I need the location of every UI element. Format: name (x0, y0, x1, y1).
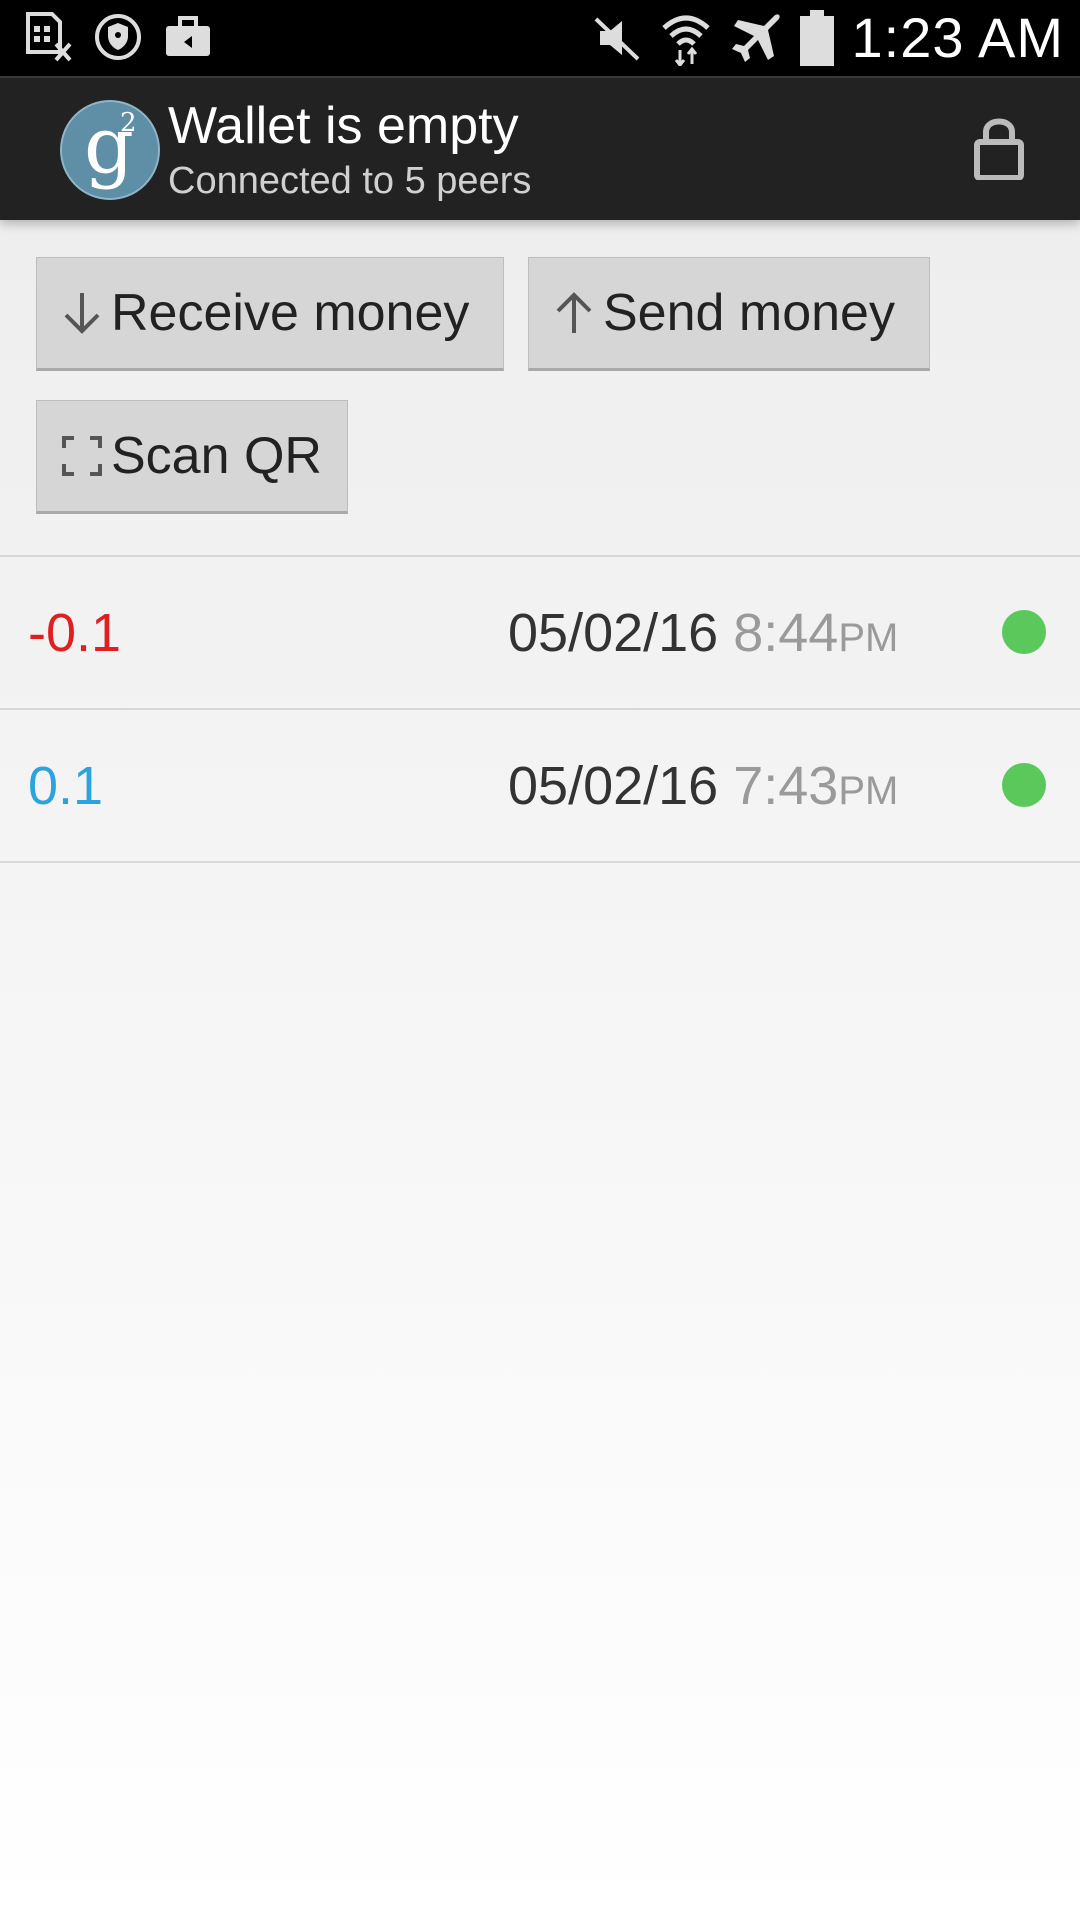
send-money-label: Send money (603, 284, 895, 342)
send-money-button[interactable]: Send money (528, 257, 930, 371)
transaction-amount: -0.1 (28, 603, 122, 663)
peers-status-subtitle: Connected to 5 peers (168, 160, 532, 202)
app-logo[interactable]: g 2 (60, 100, 160, 200)
receive-money-button[interactable]: Receive money (36, 257, 504, 371)
transaction-row[interactable]: 0.1 05/02/16 7:43PM (0, 711, 1080, 861)
confirmed-status-dot (1002, 610, 1046, 654)
transaction-date: 05/02/16 (508, 756, 719, 816)
transaction-datetime: 05/02/16 8:44PM (508, 602, 898, 664)
transaction-datetime: 05/02/16 7:43PM (508, 755, 898, 817)
arrow-down-icon (59, 291, 105, 335)
transaction-row[interactable]: -0.1 05/02/16 8:44PM (0, 558, 1080, 708)
list-divider (0, 708, 1080, 710)
arrow-up-icon (551, 291, 597, 335)
wifi-icon (660, 10, 712, 66)
scan-qr-button[interactable]: Scan QR (36, 400, 348, 514)
shield-icon (94, 12, 142, 62)
logo-superscript: 2 (120, 108, 137, 138)
sim-error-icon (24, 12, 72, 62)
wallet-status-title: Wallet is empty (168, 97, 519, 155)
briefcase-icon (164, 12, 212, 62)
transaction-ampm: PM (838, 616, 899, 660)
transaction-ampm: PM (838, 769, 899, 813)
scan-qr-label: Scan QR (111, 427, 322, 485)
confirmed-status-dot (1002, 763, 1046, 807)
transaction-amount: 0.1 (28, 756, 104, 816)
action-bar: g 2 Wallet is empty Connected to 5 peers (0, 76, 1080, 220)
airplane-icon (730, 12, 782, 64)
status-bar: 1:23 AM (0, 0, 1080, 76)
battery-icon (799, 10, 834, 66)
transaction-date: 05/02/16 (508, 603, 719, 663)
transaction-time: 8:44 (733, 603, 839, 663)
mute-icon (592, 13, 642, 63)
transaction-time: 7:43 (733, 756, 839, 816)
list-divider (0, 861, 1080, 863)
scan-frame-icon (59, 436, 105, 476)
list-divider (0, 555, 1080, 557)
clock: 1:23 AM (851, 6, 1064, 69)
lock-icon[interactable] (974, 114, 1024, 185)
receive-money-label: Receive money (111, 284, 470, 342)
